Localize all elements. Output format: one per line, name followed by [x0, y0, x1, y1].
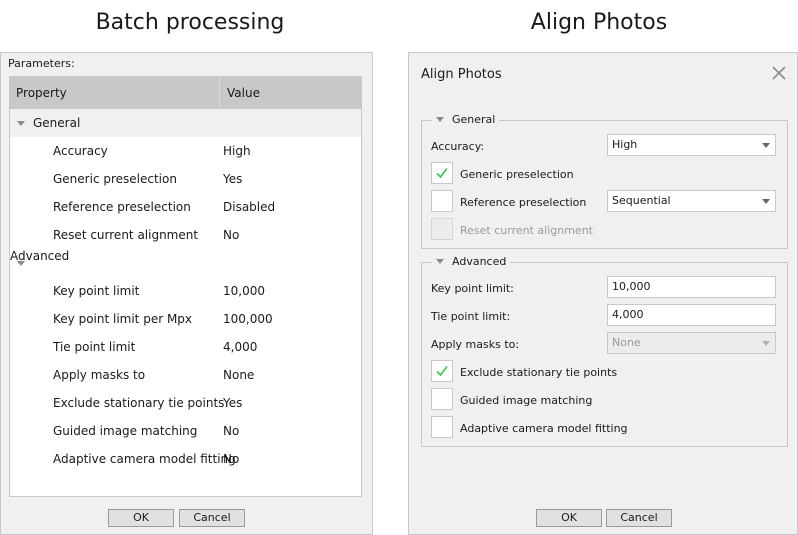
batch-processing-caption: Batch processing — [95, 10, 285, 35]
reference-preselection-checkbox[interactable] — [431, 190, 453, 212]
property-value[interactable]: No — [223, 221, 239, 249]
align-photos-caption: Align Photos — [530, 10, 668, 35]
property-value[interactable]: Yes — [223, 165, 242, 193]
dialog-cancel-button[interactable]: Cancel — [606, 509, 672, 527]
chevron-down-icon — [762, 199, 770, 204]
reference-preselection-value: Sequential — [612, 194, 671, 207]
property-value[interactable]: Disabled — [223, 193, 275, 221]
generic-preselection-label: Generic preselection — [460, 168, 574, 181]
close-icon[interactable] — [771, 65, 787, 81]
checkmark-icon — [436, 168, 448, 179]
align-photos-dialog: Align Photos General Accuracy: High Gene… — [408, 52, 798, 535]
table-row[interactable]: Exclude stationary tie points Yes — [10, 389, 361, 417]
apply-masks-value: None — [612, 336, 641, 349]
table-row[interactable]: Apply masks to None — [10, 361, 361, 389]
property-value[interactable]: 4,000 — [223, 333, 257, 361]
general-groupbox: General Accuracy: High Generic preselect… — [421, 113, 788, 249]
chevron-down-icon — [762, 143, 770, 148]
key-point-limit-label: Key point limit: — [431, 282, 514, 295]
guided-matching-checkbox[interactable] — [431, 388, 453, 410]
property-value[interactable]: High — [223, 137, 251, 165]
table-row[interactable]: Key point limit per Mpx 100,000 — [10, 305, 361, 333]
table-row[interactable]: Reset current alignment No — [10, 221, 361, 249]
table-header: Property Value — [10, 77, 361, 109]
property-name: Apply masks to — [53, 368, 146, 382]
adaptive-fitting-label: Adaptive camera model fitting — [460, 422, 628, 435]
batch-processing-panel: Parameters: Property Value General Accur… — [0, 52, 373, 535]
dialog-ok-button[interactable]: OK — [536, 509, 602, 527]
property-value[interactable]: 100,000 — [223, 305, 273, 333]
accuracy-combo[interactable]: High — [607, 134, 776, 156]
column-header-value[interactable]: Value — [220, 77, 361, 109]
property-value[interactable]: No — [223, 445, 239, 473]
exclude-stationary-label: Exclude stationary tie points — [460, 366, 618, 379]
reset-alignment-checkbox — [431, 218, 453, 240]
property-name: Exclude stationary tie points — [53, 396, 225, 410]
expand-arrow-icon[interactable] — [17, 261, 25, 266]
batch-cancel-button[interactable]: Cancel — [179, 509, 245, 527]
advanced-groupbox: Advanced Key point limit: 10,000 Tie poi… — [421, 255, 788, 447]
apply-masks-label: Apply masks to: — [431, 338, 520, 351]
accuracy-label: Accuracy: — [431, 140, 485, 153]
collapse-arrow-icon[interactable] — [436, 116, 444, 122]
property-name: Key point limit per Mpx — [53, 312, 193, 326]
generic-preselection-checkbox[interactable] — [431, 162, 453, 184]
expand-arrow-icon[interactable] — [17, 121, 25, 126]
group-label: General — [33, 116, 81, 130]
collapse-arrow-icon[interactable] — [436, 258, 444, 264]
adaptive-fitting-checkbox[interactable] — [431, 416, 453, 438]
property-name: Accuracy — [53, 144, 108, 158]
guided-matching-label: Guided image matching — [460, 394, 593, 407]
table-row[interactable]: Adaptive camera model fitting No — [10, 445, 361, 473]
key-point-limit-input[interactable]: 10,000 — [607, 276, 776, 298]
batch-ok-button[interactable]: OK — [108, 509, 174, 527]
group-row-general[interactable]: General — [10, 109, 361, 137]
advanced-legend-label: Advanced — [452, 255, 507, 268]
parameters-label: Parameters: — [8, 57, 75, 70]
property-name: Guided image matching — [53, 424, 198, 438]
tie-point-limit-input[interactable]: 4,000 — [607, 304, 776, 326]
table-row[interactable]: Accuracy High — [10, 137, 361, 165]
table-row[interactable]: Reference preselection Disabled — [10, 193, 361, 221]
chevron-down-icon — [762, 341, 770, 346]
property-value[interactable]: Yes — [223, 389, 242, 417]
reference-preselection-label: Reference preselection — [460, 196, 587, 209]
table-row[interactable]: Key point limit 10,000 — [10, 277, 361, 305]
property-value[interactable]: No — [223, 417, 239, 445]
exclude-stationary-checkbox[interactable] — [431, 360, 453, 382]
property-name: Tie point limit — [53, 340, 136, 354]
parameters-table[interactable]: Property Value General Accuracy High Gen… — [9, 76, 362, 497]
column-header-property[interactable]: Property — [10, 77, 220, 109]
property-name: Key point limit — [53, 284, 140, 298]
property-name: Generic preselection — [53, 172, 177, 186]
group-row-advanced[interactable]: Advanced — [10, 249, 361, 277]
property-name: Reference preselection — [53, 200, 191, 214]
reset-alignment-label: Reset current alignment — [460, 224, 593, 237]
dialog-title: Align Photos — [421, 67, 502, 82]
reference-preselection-combo[interactable]: Sequential — [607, 190, 776, 212]
table-row[interactable]: Tie point limit 4,000 — [10, 333, 361, 361]
general-legend-label: General — [452, 113, 496, 126]
tie-point-limit-label: Tie point limit: — [431, 310, 511, 323]
accuracy-value: High — [612, 138, 638, 151]
general-legend[interactable]: General — [432, 113, 500, 127]
property-name: Adaptive camera model fitting — [53, 452, 236, 466]
apply-masks-combo: None — [607, 332, 776, 354]
property-name: Reset current alignment — [53, 228, 199, 242]
property-value[interactable]: None — [223, 361, 254, 389]
advanced-legend[interactable]: Advanced — [432, 255, 511, 269]
property-value[interactable]: 10,000 — [223, 277, 265, 305]
checkmark-icon — [436, 366, 448, 377]
table-row[interactable]: Guided image matching No — [10, 417, 361, 445]
table-row[interactable]: Generic preselection Yes — [10, 165, 361, 193]
